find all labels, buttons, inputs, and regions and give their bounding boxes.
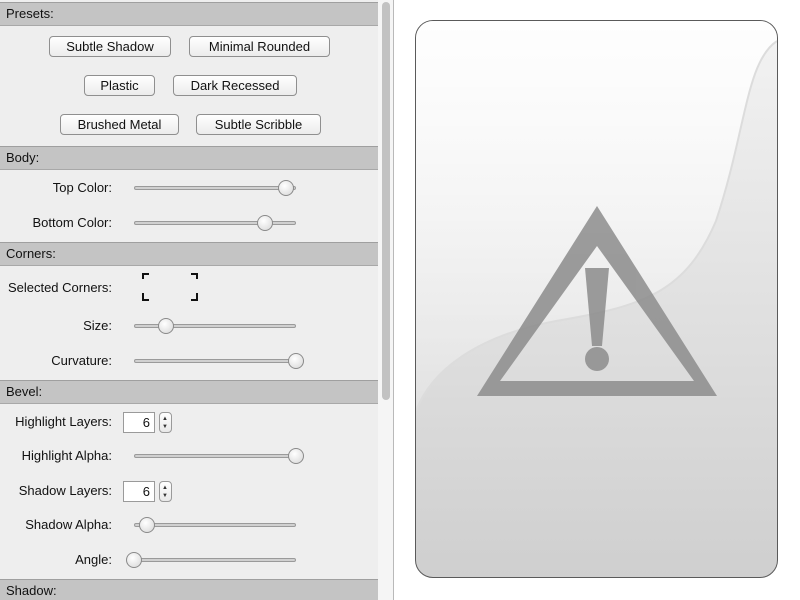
curvature-label: Curvature: <box>51 353 112 368</box>
shadow-alpha-label: Shadow Alpha: <box>25 517 112 532</box>
slider-thumb[interactable] <box>138 517 155 533</box>
stepper-down-icon[interactable]: ▼ <box>162 493 168 499</box>
corner-selector[interactable] <box>141 272 199 302</box>
slider-track <box>134 454 296 458</box>
top-color-label: Top Color: <box>52 180 112 195</box>
slider-thumb[interactable] <box>126 552 142 568</box>
shadow-alpha-slider[interactable] <box>134 515 296 535</box>
preset-minimal-rounded-button[interactable]: Minimal Rounded <box>189 36 330 57</box>
section-header-shadow: Shadow: <box>0 579 378 600</box>
selected-corners-label: Selected Corners: <box>7 280 112 295</box>
corner-selector-graphic <box>142 273 198 301</box>
shadow-layers-field[interactable]: 6 <box>123 481 155 502</box>
slider-track <box>134 359 296 363</box>
size-slider[interactable] <box>134 316 296 336</box>
stepper-up-icon[interactable]: ▲ <box>162 485 168 491</box>
section-header-body: Body: <box>0 146 378 170</box>
section-header-presets: Presets: <box>0 2 378 26</box>
preview-card <box>415 20 778 578</box>
preset-subtle-shadow-button[interactable]: Subtle Shadow <box>49 36 171 57</box>
highlight-alpha-label: Highlight Alpha: <box>21 448 112 463</box>
bottom-color-slider[interactable] <box>134 213 296 233</box>
highlight-alpha-slider[interactable] <box>134 446 304 466</box>
slider-thumb[interactable] <box>288 448 304 464</box>
angle-label: Angle: <box>75 552 112 567</box>
preset-subtle-scribble-button[interactable]: Subtle Scribble <box>196 114 321 135</box>
preset-brushed-metal-button[interactable]: Brushed Metal <box>60 114 179 135</box>
size-label: Size: <box>83 318 112 333</box>
slider-thumb[interactable] <box>278 180 295 196</box>
bottom-color-label: Bottom Color: <box>32 215 112 230</box>
slider-track <box>134 186 296 190</box>
highlight-layers-label: Highlight Layers: <box>15 414 112 429</box>
highlight-layers-stepper[interactable]: ▲ ▼ <box>159 412 172 433</box>
stepper-down-icon[interactable]: ▼ <box>162 424 168 430</box>
settings-panel: Presets: Subtle Shadow Minimal Rounded P… <box>0 0 394 600</box>
stepper-up-icon[interactable]: ▲ <box>162 416 168 422</box>
angle-slider[interactable] <box>126 550 296 570</box>
section-header-bevel: Bevel: <box>0 380 378 404</box>
section-header-corners: Corners: <box>0 242 378 266</box>
scrollbar-thumb[interactable] <box>382 2 390 400</box>
slider-track <box>134 558 296 562</box>
shadow-layers-label: Shadow Layers: <box>18 483 112 498</box>
shadow-layers-stepper[interactable]: ▲ ▼ <box>159 481 172 502</box>
slider-thumb[interactable] <box>288 353 304 369</box>
slider-track <box>134 523 296 527</box>
preset-plastic-button[interactable]: Plastic <box>84 75 155 96</box>
curvature-slider[interactable] <box>134 351 304 371</box>
highlight-layers-field[interactable]: 6 <box>123 412 155 433</box>
preset-dark-recessed-button[interactable]: Dark Recessed <box>173 75 297 96</box>
preview-graphic <box>416 21 777 412</box>
top-color-slider[interactable] <box>134 178 296 198</box>
slider-thumb[interactable] <box>158 318 175 334</box>
slider-thumb[interactable] <box>257 215 274 231</box>
